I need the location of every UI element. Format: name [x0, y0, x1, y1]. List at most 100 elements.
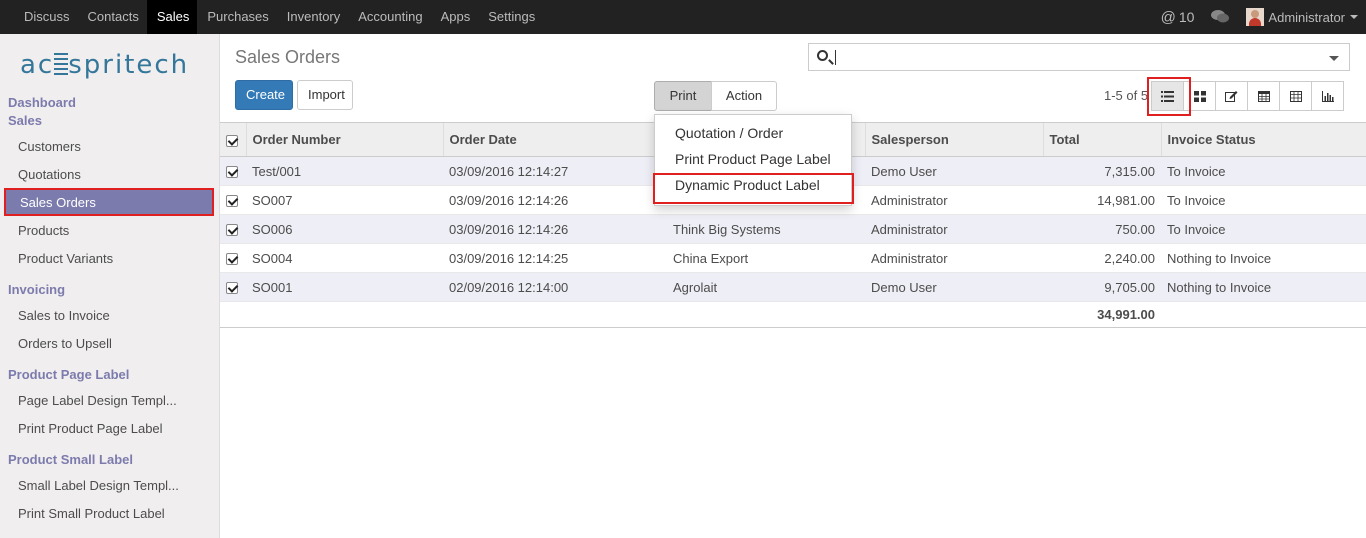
- cell-salesperson: Administrator: [865, 214, 1043, 244]
- print-dropdown-menu: Quotation / Order Print Product Page Lab…: [654, 114, 852, 206]
- create-button[interactable]: Create: [235, 80, 293, 110]
- kanban-view-button[interactable]: [1183, 81, 1216, 111]
- cell-salesperson: Demo User: [865, 272, 1043, 302]
- row-checkbox[interactable]: [220, 156, 246, 186]
- sidebar-item-products[interactable]: Products: [18, 223, 69, 238]
- at-icon: @: [1160, 8, 1176, 26]
- chat-icon[interactable]: [1210, 8, 1230, 26]
- calendar-view-icon: [1257, 91, 1270, 102]
- pager-value[interactable]: 1-5 of 5: [1104, 88, 1148, 103]
- pivot-view-button[interactable]: [1279, 81, 1312, 111]
- table-row[interactable]: SO004 03/09/2016 12:14:25 China Export Ad…: [220, 243, 1366, 273]
- cell-order-date: 02/09/2016 12:14:00 Agrolait: [443, 272, 865, 302]
- search-options-dropdown-icon[interactable]: [1329, 56, 1339, 61]
- sidebar-item-sales-orders[interactable]: Sales Orders: [4, 188, 214, 216]
- cell-order-date: 03/09/2016 12:14:26 Think Big Systems: [443, 214, 865, 244]
- menu-contacts[interactable]: Contacts: [78, 0, 147, 34]
- page-title: Sales Orders: [235, 47, 341, 67]
- cell-order-number: SO001: [246, 272, 443, 302]
- table-row[interactable]: SO006 03/09/2016 12:14:26 Think Big Syste…: [220, 214, 1366, 244]
- select-all-checkbox[interactable]: [220, 122, 246, 157]
- sidebar-item-orders-to-upsell[interactable]: Orders to Upsell: [18, 336, 112, 351]
- cell-invoice-status: To Invoice: [1161, 156, 1366, 186]
- grand-total: 34,991.00: [1043, 301, 1161, 328]
- print-menu-quotation-order[interactable]: Quotation / Order: [675, 125, 783, 141]
- cell-salesperson: Administrator: [865, 243, 1043, 273]
- cell-order-number: SO007: [246, 185, 443, 215]
- pivot-view-icon: [1289, 90, 1302, 102]
- sidebar-item-product-variants[interactable]: Product Variants: [18, 251, 113, 266]
- cell-total: 9,705.00: [1043, 272, 1161, 302]
- avatar: [1246, 8, 1265, 26]
- list-view-icon: [1161, 90, 1174, 102]
- action-label: Action: [725, 88, 763, 103]
- list-view-button[interactable]: [1151, 81, 1184, 111]
- sidebar: ac spritech Dashboard Sales Customers Quo…: [0, 34, 220, 538]
- form-view-icon: [1225, 91, 1238, 102]
- cell-total: 750.00: [1043, 214, 1161, 244]
- text-cursor: [835, 50, 836, 65]
- cell-customer: Think Big Systems: [673, 221, 781, 237]
- cell-invoice-status: Nothing to Invoice: [1161, 243, 1366, 273]
- sidebar-item-small-label-design[interactable]: Small Label Design Templ...: [18, 478, 179, 493]
- caret-down-icon: [1350, 15, 1358, 19]
- sidebar-item-quotations[interactable]: Quotations: [18, 167, 81, 182]
- column-header-order-number[interactable]: Order Number: [245, 122, 443, 157]
- action-dropdown-button[interactable]: Action: [711, 81, 777, 127]
- cell-invoice-status: To Invoice: [1161, 185, 1366, 215]
- cell-total: 2,240.00: [1043, 243, 1161, 273]
- menu-apps[interactable]: Apps: [431, 0, 479, 34]
- import-button[interactable]: Import: [297, 80, 353, 110]
- menu-accounting[interactable]: Accounting: [348, 0, 430, 34]
- form-view-button[interactable]: [1215, 81, 1248, 111]
- search-input[interactable]: [808, 43, 1350, 71]
- search-icon: [817, 50, 828, 61]
- mentions-count: 10: [1178, 9, 1195, 25]
- column-header-total[interactable]: Total: [1042, 122, 1161, 157]
- table-row[interactable]: SO001 02/09/2016 12:14:00 Agrolait Demo U…: [220, 272, 1366, 302]
- print-label: Print: [669, 88, 697, 103]
- cell-customer: Agrolait: [673, 279, 718, 295]
- menu-purchases[interactable]: Purchases: [197, 0, 276, 34]
- company-logo: ac spritech: [20, 50, 190, 80]
- column-header-salesperson[interactable]: Salesperson: [864, 122, 1043, 157]
- sidebar-item-sales-to-invoice[interactable]: Sales to Invoice: [18, 308, 110, 323]
- column-header-invoice-status[interactable]: Invoice Status: [1160, 122, 1366, 157]
- view-switcher: [1151, 81, 1344, 111]
- print-menu-print-product-page-label[interactable]: Print Product Page Label: [675, 151, 831, 167]
- top-navbar: Discuss Contacts Sales Purchases Invento…: [0, 0, 1366, 34]
- sidebar-item-print-small-product-label[interactable]: Print Small Product Label: [18, 506, 165, 521]
- menu-sales[interactable]: Sales: [146, 0, 198, 34]
- graph-view-button[interactable]: [1311, 81, 1344, 111]
- calendar-view-button[interactable]: [1247, 81, 1280, 111]
- menu-settings[interactable]: Settings: [478, 0, 543, 34]
- sidebar-item-print-product-page-label[interactable]: Print Product Page Label: [18, 421, 163, 436]
- row-checkbox[interactable]: [220, 185, 246, 215]
- sidebar-heading-dashboard[interactable]: Dashboard: [8, 95, 76, 110]
- table-footer-row: 34,991.00: [220, 301, 1366, 328]
- row-checkbox[interactable]: [220, 243, 246, 273]
- menu-inventory[interactable]: Inventory: [277, 0, 348, 34]
- user-menu[interactable]: Administrator: [1246, 8, 1358, 26]
- user-name: Administrator: [1268, 9, 1345, 25]
- mentions-button[interactable]: @ 10: [1161, 9, 1195, 26]
- kanban-view-icon: [1193, 90, 1206, 102]
- cell-invoice-status: To Invoice: [1161, 214, 1366, 244]
- cell-salesperson: Administrator: [865, 185, 1043, 215]
- print-dropdown-button[interactable]: Print: [654, 81, 712, 127]
- cell-total: 7,315.00: [1043, 156, 1161, 186]
- cell-order-date: 03/09/2016 12:14:25 China Export: [443, 243, 865, 273]
- cell-order-number: SO006: [246, 214, 443, 244]
- sidebar-heading-product-page-label: Product Page Label: [8, 367, 130, 382]
- sidebar-item-page-label-design[interactable]: Page Label Design Templ...: [18, 393, 177, 408]
- sidebar-heading-sales[interactable]: Sales: [8, 113, 42, 128]
- row-checkbox[interactable]: [220, 272, 246, 302]
- row-checkbox[interactable]: [220, 214, 246, 244]
- print-menu-dynamic-product-label[interactable]: Dynamic Product Label: [675, 177, 820, 193]
- sidebar-heading-product-small-label: Product Small Label: [8, 452, 133, 467]
- sidebar-heading-invoicing: Invoicing: [8, 282, 66, 297]
- menu-discuss[interactable]: Discuss: [14, 0, 78, 34]
- sidebar-item-customers[interactable]: Customers: [18, 139, 81, 154]
- cell-total: 14,981.00: [1043, 185, 1161, 215]
- cell-order-number: SO004: [246, 243, 443, 273]
